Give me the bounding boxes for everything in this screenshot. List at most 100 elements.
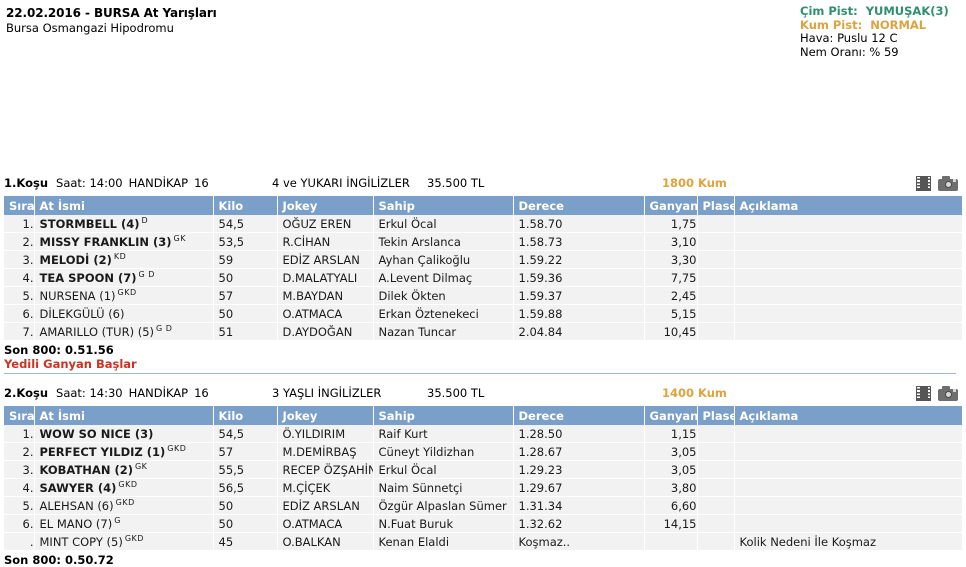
cell-horse-name[interactable]: KOBATHAN (2) GK [34, 460, 214, 479]
table-row[interactable]: 1. WOW SO NICE (3) 54,5 Ö.YILDIRIM Raif Kurt… [4, 425, 962, 443]
column-header-derece: Derece [513, 406, 645, 425]
table-row[interactable]: 2. MISSY FRANKLIN (3) GK 53,5 R.CİHAN Tekin A… [4, 232, 962, 251]
table-row[interactable]: 2. PERFECT YILDIZ (1) GKD 57 M.DEMİRBAŞ Cüney… [4, 442, 962, 461]
cell-horse-name[interactable]: MISSY FRANKLIN (3) GK [34, 232, 214, 251]
cell-sira: 2. [4, 442, 35, 461]
cell-jokey: O.ATMACA [277, 304, 374, 323]
horse-name: PERFECT YILDIZ (1) [39, 444, 166, 459]
cell-horse-name[interactable]: STORMBELL (4) D [34, 215, 214, 233]
cell-plase [697, 232, 735, 251]
cell-sira: 6. [4, 304, 35, 323]
table-row[interactable]: 5. NURSENA (1) GKD 57 M.BAYDAN Dilek Ökten 1.5… [4, 286, 962, 305]
table-row[interactable]: 6. EL MANO (7) G 50 O.ATMACA N.Fuat Buruk 1.32… [4, 514, 962, 533]
cell-aciklama [734, 460, 962, 479]
race-conditions: 3 YAŞLI İNGİLİZLER [272, 386, 382, 400]
column-header-ganyan: Ganyan [644, 196, 698, 215]
race-header: 1.Koşu Saat: 14:00 HANDİKAP 16 4 ve YUKARI İ… [0, 172, 966, 196]
camera-icon[interactable] [938, 385, 958, 401]
equipment-marker: GKD [115, 497, 135, 507]
cell-horse-name[interactable]: ALEHSAN (6) GKD [34, 496, 214, 515]
film-icon[interactable] [916, 175, 931, 191]
cell-horse-name[interactable]: WOW SO NICE (3) [34, 425, 214, 443]
race-note: Yedili Ganyan Başlar [4, 357, 137, 371]
table-row[interactable]: 3. MELODİ (2) KD 59 EDİZ ARSLAN Ayhan Çalikoğ… [4, 250, 962, 269]
cell-horse-name[interactable]: PERFECT YILDIZ (1) GKD [34, 442, 214, 461]
table-row[interactable]: . MINT COPY (5) GKD 45 O.BALKAN Kenan Elaldi K… [4, 532, 962, 551]
equipment-marker: GK [173, 233, 186, 243]
horse-name: KOBATHAN (2) [39, 462, 133, 477]
cell-derece: 1.29.23 [513, 460, 645, 479]
cell-sira: 1. [4, 215, 35, 233]
cell-sahip: A.Levent Dilmaç [373, 268, 514, 287]
table-row[interactable]: 7. AMARILLO (TUR) (5) G D 51 D.AYDOĞAN Nazan … [4, 322, 962, 341]
horse-name: NURSENA (1) [39, 288, 116, 303]
film-icon[interactable] [916, 385, 931, 401]
table-row[interactable]: 4. TEA SPOON (7) G D 50 D.MALATYALI A.Levent … [4, 268, 962, 287]
cell-sira: 5. [4, 496, 35, 515]
column-header-jokey: Jokey [277, 196, 374, 215]
cell-kilo: 45 [213, 532, 278, 551]
equipment-marker: GKD [167, 443, 187, 453]
horse-name: STORMBELL (4) [39, 216, 140, 231]
equipment-marker: G D [156, 323, 173, 333]
race-type: HANDİKAP [128, 386, 189, 400]
race-conditions: 4 ve YUKARI İNGİLİZLER [272, 176, 410, 190]
turf-track-label: Çim Pist: [800, 4, 858, 18]
race-gap [0, 374, 966, 382]
cell-jokey: EDİZ ARSLAN [277, 496, 374, 515]
cell-derece: 1.28.50 [513, 425, 645, 443]
cell-plase [697, 478, 735, 497]
column-header-aciklama: Açıklama [734, 196, 962, 215]
race-media-icons [916, 382, 958, 404]
race-type: HANDİKAP [128, 176, 189, 190]
cell-sira: 3. [4, 250, 35, 269]
table-row[interactable]: 6. DİLEKGÜLÜ (6) 50 O.ATMACA Erkan Öztenekec… [4, 304, 962, 323]
equipment-marker: GKD [117, 287, 137, 297]
last-800-time: Son 800: 0.50.72 [4, 553, 114, 567]
cell-kilo: 54,5 [213, 425, 278, 443]
last-800-time: Son 800: 0.51.56 [4, 343, 114, 357]
equipment-marker: GKD [118, 479, 138, 489]
sand-track-label: Kum Pist: [800, 17, 863, 32]
horse-name: DİLEKGÜLÜ (6) [39, 306, 125, 321]
horse-name: WOW SO NICE (3) [39, 426, 154, 441]
cell-plase [697, 532, 735, 551]
weather-text: Hava: Puslu 12 C [800, 31, 898, 45]
cell-sira: 6. [4, 514, 35, 533]
turf-track-value: YUMUŞAK(3) [865, 4, 949, 18]
table-row[interactable]: 4. SAWYER (4) GKD 56,5 M.ÇİÇEK Naim Sünnetçi 1… [4, 478, 962, 497]
cell-horse-name[interactable]: MELODİ (2) KD [34, 250, 214, 269]
table-row[interactable]: 5. ALEHSAN (6) GKD 50 EDİZ ARSLAN Özgür Alpas… [4, 496, 962, 515]
cell-ganyan: 14,15 [644, 514, 698, 533]
column-header-aciklama: Açıklama [734, 406, 962, 425]
cell-horse-name[interactable]: NURSENA (1) GKD [34, 286, 214, 305]
camera-icon[interactable] [938, 175, 958, 191]
column-header-kilo: Kilo [213, 406, 278, 425]
cell-derece: 1.28.67 [513, 442, 645, 461]
race-distance: 1800 Kum [662, 176, 727, 190]
cell-plase [697, 322, 735, 341]
cell-kilo: 57 [213, 286, 278, 305]
equipment-marker: G D [138, 269, 155, 279]
header-body-spacer [0, 60, 966, 172]
cell-derece: Koşmaz.. [513, 532, 645, 551]
race-prize: 35.500 TL [427, 176, 485, 190]
cell-horse-name[interactable]: DİLEKGÜLÜ (6) [34, 304, 214, 323]
race-type-number: 16 [194, 386, 209, 400]
race-footer: Son 800: 0.50.72 [0, 551, 966, 567]
cell-horse-name[interactable]: MINT COPY (5) GKD [34, 532, 214, 551]
race-prize: 35.500 TL [427, 386, 485, 400]
cell-sahip: Naim Sünnetçi [373, 478, 514, 497]
cell-horse-name[interactable]: TEA SPOON (7) G D [34, 268, 214, 287]
column-header-at-ismi: At İsmi [34, 196, 214, 215]
cell-sira: . [4, 532, 35, 551]
cell-horse-name[interactable]: SAWYER (4) GKD [34, 478, 214, 497]
table-row[interactable]: 1. STORMBELL (4) D 54,5 OĞUZ EREN Erkul Öcal 1… [4, 215, 962, 233]
turf-track-condition: Çim Pist: YUMUŞAK(3) [800, 4, 960, 19]
cell-horse-name[interactable]: EL MANO (7) G [34, 514, 214, 533]
cell-horse-name[interactable]: AMARILLO (TUR) (5) G D [34, 322, 214, 341]
cell-plase [697, 268, 735, 287]
table-row[interactable]: 3. KOBATHAN (2) GK 55,5 RECEP ÖZŞAHİN Erkul Ö… [4, 460, 962, 479]
cell-kilo: 50 [213, 304, 278, 323]
cell-aciklama [734, 286, 962, 305]
